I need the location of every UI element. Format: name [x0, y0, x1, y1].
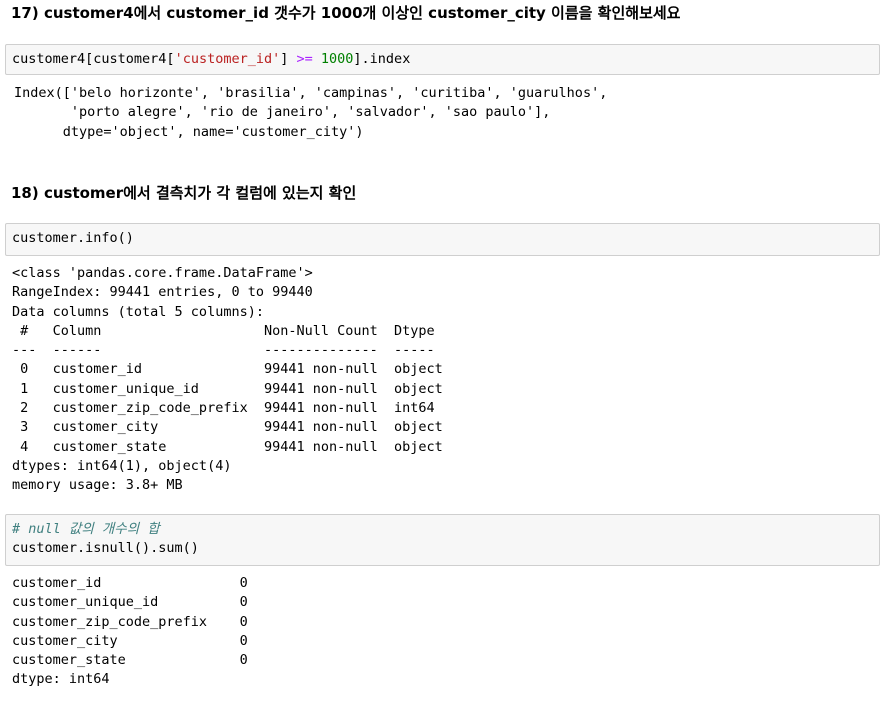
code-string: 'customer_id' — [174, 51, 281, 67]
output-index: Index(['belo horizonte', 'brasilia', 'ca… — [14, 85, 608, 140]
output-isnull: customer_id 0 customer_unique_id 0 custo… — [12, 575, 248, 688]
code-text: customer.isnull().sum() — [12, 540, 199, 557]
code-cell-isnull[interactable]: # null 값의 개수의 합 customer.isnull().sum() — [5, 514, 880, 566]
code-text: ] — [280, 51, 297, 67]
code-number: 1000 — [320, 51, 354, 67]
code-cell-filter-index[interactable]: customer4[customer4['customer_id'] >= 10… — [5, 44, 880, 75]
section-18-heading: 18) customer에서 결측치가 각 컬럼에 있는지 확인 — [11, 184, 357, 202]
output-info: <class 'pandas.core.frame.DataFrame'> Ra… — [12, 265, 443, 494]
code-comment: # null 값의 개수의 합 — [12, 521, 160, 537]
section-17-heading: 17) customer4에서 customer_id 갯수가 1000개 이상… — [11, 4, 681, 22]
code-text: ].index — [353, 51, 411, 67]
code-text: customer4[customer4[ — [12, 51, 175, 67]
code-cell-info[interactable]: customer.info() — [5, 223, 880, 256]
code-operator: >= — [296, 51, 313, 67]
code-text: customer.info() — [12, 230, 134, 246]
